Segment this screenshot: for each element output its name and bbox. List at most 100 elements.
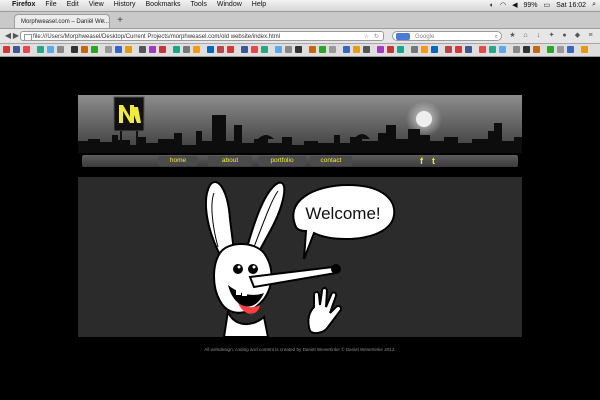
rabbit-mascot-illustration: Welcome!	[204, 181, 396, 338]
battery-icon[interactable]: ▭	[543, 1, 550, 9]
bookmark-favicon-icon[interactable]	[377, 46, 384, 53]
search-placeholder: Google	[415, 34, 435, 40]
menu-history[interactable]: History	[114, 1, 136, 8]
status-icon[interactable]: ◐	[490, 2, 494, 9]
bookmark-favicon-icon[interactable]	[173, 46, 180, 53]
tab-active[interactable]: Morphweasel.com – Daniël We... ×	[14, 14, 110, 28]
bookmark-favicon-icon[interactable]	[295, 46, 302, 53]
speech-bubble-text: Welcome!	[305, 204, 380, 223]
bookmark-favicon-icon[interactable]	[3, 46, 10, 53]
bookmark-favicon-icon[interactable]	[455, 46, 462, 53]
bookmark-favicon-icon[interactable]	[261, 46, 268, 53]
addon-icon[interactable]: ◆	[573, 31, 582, 40]
menu-view[interactable]: View	[89, 1, 104, 8]
bookmark-favicon-icon[interactable]	[397, 46, 404, 53]
search-icon[interactable]: ⌕	[495, 32, 498, 42]
close-tab-icon[interactable]: ×	[101, 15, 105, 28]
bookmarks-toolbar	[0, 44, 600, 57]
bookmark-favicon-icon[interactable]	[489, 46, 496, 53]
site-header	[78, 95, 522, 153]
bookmark-favicon-icon[interactable]	[115, 46, 122, 53]
bookmark-star-icon[interactable]: ☆	[364, 32, 369, 40]
bookmark-favicon-icon[interactable]	[533, 46, 540, 53]
bookmark-favicon-icon[interactable]	[499, 46, 506, 53]
page-icon	[24, 34, 32, 40]
bookmark-favicon-icon[interactable]	[387, 46, 394, 53]
bookmark-favicon-icon[interactable]	[91, 46, 98, 53]
bookmark-favicon-icon[interactable]	[319, 46, 326, 53]
reload-icon[interactable]: ↻	[374, 32, 379, 40]
bookmarks-icon[interactable]: ★	[508, 31, 517, 40]
nav-portfolio[interactable]: portfolio	[258, 156, 306, 166]
menu-icon[interactable]: ≡	[586, 31, 595, 40]
bookmark-favicon-icon[interactable]	[207, 46, 214, 53]
bookmark-favicon-icon[interactable]	[37, 46, 44, 53]
bookmark-favicon-icon[interactable]	[523, 46, 530, 53]
volume-icon[interactable]: ◀	[512, 1, 517, 9]
bookmark-favicon-icon[interactable]	[71, 46, 78, 53]
bookmark-favicon-icon[interactable]	[329, 46, 336, 53]
bookmark-favicon-icon[interactable]	[241, 46, 248, 53]
bookmark-favicon-icon[interactable]	[343, 46, 350, 53]
menu-app-name[interactable]: Firefox	[12, 1, 35, 8]
nav-contact[interactable]: contact	[310, 156, 352, 166]
bookmark-favicon-icon[interactable]	[227, 46, 234, 53]
bookmark-favicon-icon[interactable]	[411, 46, 418, 53]
download-icon[interactable]: ↓	[534, 31, 543, 40]
bookmark-favicon-icon[interactable]	[159, 46, 166, 53]
wifi-icon[interactable]: ◠	[500, 1, 506, 9]
facebook-icon[interactable]: f	[420, 155, 423, 167]
os-menubar: Firefox File Edit View History Bookmarks…	[0, 0, 600, 12]
home-icon[interactable]: ⌂	[521, 31, 530, 40]
bookmark-favicon-icon[interactable]	[353, 46, 360, 53]
bookmark-favicon-icon[interactable]	[57, 46, 64, 53]
bookmark-favicon-icon[interactable]	[275, 46, 282, 53]
bookmark-favicon-icon[interactable]	[581, 46, 588, 53]
tab-strip: Morphweasel.com – Daniël We... × +	[0, 12, 600, 29]
bookmark-favicon-icon[interactable]	[47, 46, 54, 53]
twitter-icon[interactable]: t	[432, 155, 435, 167]
search-engine-icon[interactable]	[396, 33, 410, 40]
site-footer: All webdesign, coding and content is cre…	[204, 347, 396, 352]
nav-home[interactable]: home	[158, 156, 198, 166]
new-tab-button[interactable]: +	[114, 15, 126, 27]
bookmark-favicon-icon[interactable]	[465, 46, 472, 53]
menu-window[interactable]: Window	[217, 1, 242, 8]
bookmark-favicon-icon[interactable]	[421, 46, 428, 53]
addon-icon[interactable]: ●	[560, 31, 569, 40]
bookmark-favicon-icon[interactable]	[251, 46, 258, 53]
bookmark-favicon-icon[interactable]	[125, 46, 132, 53]
menu-bookmarks[interactable]: Bookmarks	[146, 1, 181, 8]
menu-help[interactable]: Help	[252, 1, 266, 8]
bookmark-favicon-icon[interactable]	[445, 46, 452, 53]
bookmark-favicon-icon[interactable]	[285, 46, 292, 53]
menu-edit[interactable]: Edit	[67, 1, 79, 8]
bookmark-favicon-icon[interactable]	[81, 46, 88, 53]
menu-tools[interactable]: Tools	[191, 1, 207, 8]
menu-file[interactable]: File	[45, 1, 56, 8]
bookmark-favicon-icon[interactable]	[513, 46, 520, 53]
bookmark-favicon-icon[interactable]	[23, 46, 30, 53]
bookmark-favicon-icon[interactable]	[217, 46, 224, 53]
nav-about[interactable]: about	[208, 156, 252, 166]
bookmark-favicon-icon[interactable]	[431, 46, 438, 53]
moon-icon	[416, 111, 432, 127]
bookmark-favicon-icon[interactable]	[183, 46, 190, 53]
bookmark-favicon-icon[interactable]	[363, 46, 370, 53]
bookmark-favicon-icon[interactable]	[479, 46, 486, 53]
bookmark-favicon-icon[interactable]	[193, 46, 200, 53]
bookmark-favicon-icon[interactable]	[139, 46, 146, 53]
bookmark-favicon-icon[interactable]	[149, 46, 156, 53]
spotlight-icon[interactable]: ⌕	[592, 1, 596, 9]
bookmark-favicon-icon[interactable]	[309, 46, 316, 53]
bookmark-favicon-icon[interactable]	[105, 46, 112, 53]
clock[interactable]: Sat 16:02	[556, 2, 586, 9]
bookmark-favicon-icon[interactable]	[557, 46, 564, 53]
battery-percent[interactable]: 99%	[523, 2, 537, 9]
bookmark-favicon-icon[interactable]	[567, 46, 574, 53]
bookmark-favicon-icon[interactable]	[13, 46, 20, 53]
bookmark-favicon-icon[interactable]	[547, 46, 554, 53]
url-bar[interactable]: file:///Users/Morphweasel/Desktop/Curren…	[20, 31, 384, 41]
search-bar[interactable]: Google ⌕	[392, 31, 502, 41]
addon-icon[interactable]: ✦	[547, 31, 556, 40]
